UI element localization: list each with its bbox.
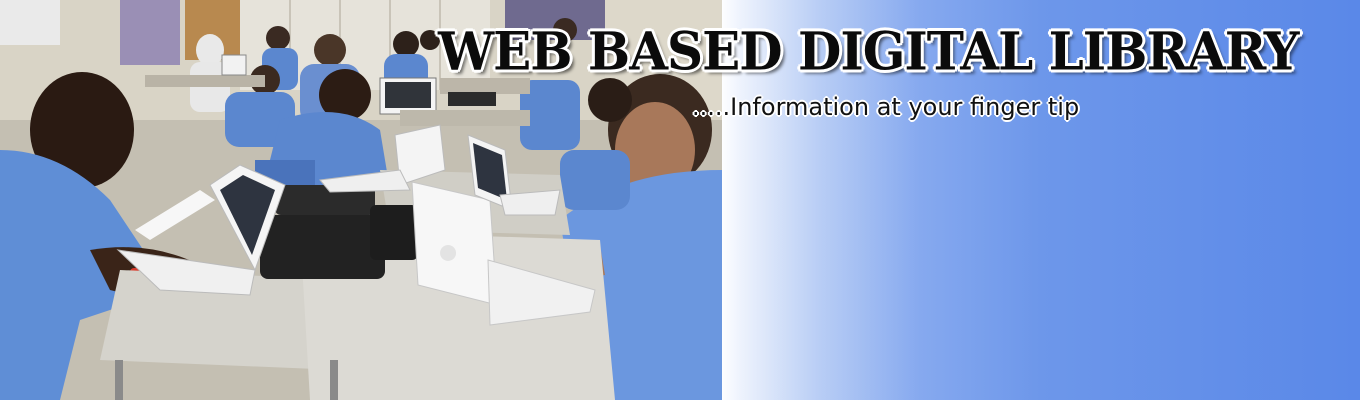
laptop-bag bbox=[260, 215, 385, 279]
site-header-banner: WEB BASED DIGITAL LIBRARY .....Informati… bbox=[0, 0, 1360, 400]
site-title: WEB BASED DIGITAL LIBRARY bbox=[438, 20, 1300, 83]
bg-student-head bbox=[196, 34, 224, 66]
wall-panel bbox=[0, 0, 60, 45]
wall-board bbox=[120, 0, 180, 65]
site-tagline: .....Information at your finger tip bbox=[692, 93, 1080, 121]
